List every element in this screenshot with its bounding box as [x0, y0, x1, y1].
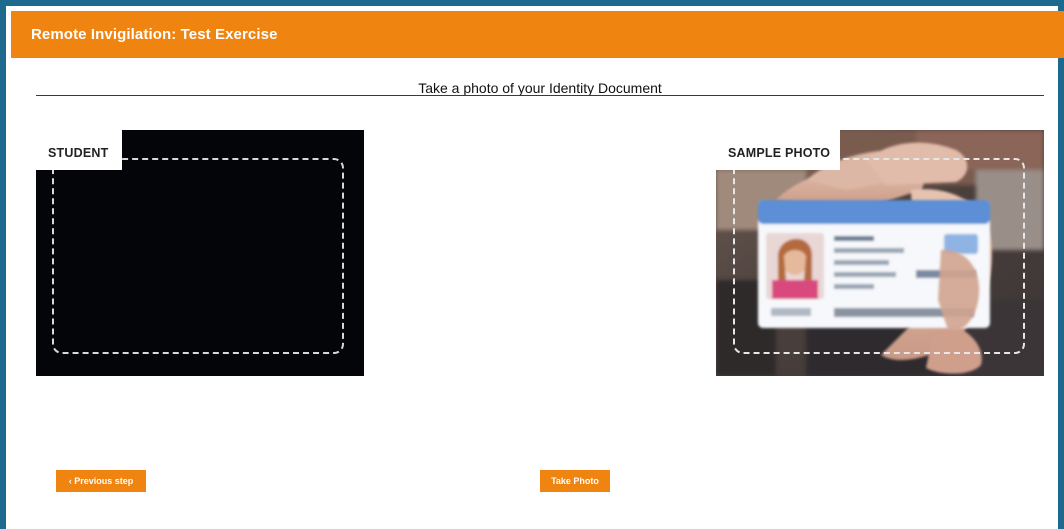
sample-label-tag: SAMPLE PHOTO — [716, 130, 840, 170]
header-bar: Remote Invigilation: Test Exercise — [11, 11, 1064, 58]
student-id-guide-frame — [52, 158, 344, 354]
take-photo-button[interactable]: Take Photo — [540, 470, 610, 492]
student-label-tag: STUDENT — [36, 130, 122, 170]
instruction-heading: Take a photo of your Identity Document — [418, 80, 662, 96]
sample-label: SAMPLE PHOTO — [728, 146, 831, 160]
divider — [36, 95, 1044, 96]
page-title: Remote Invigilation: Test Exercise — [31, 26, 278, 43]
student-label: STUDENT — [48, 146, 109, 160]
previous-step-button[interactable]: ‹ Previous step — [56, 470, 146, 492]
sample-id-guide-frame — [733, 158, 1025, 354]
